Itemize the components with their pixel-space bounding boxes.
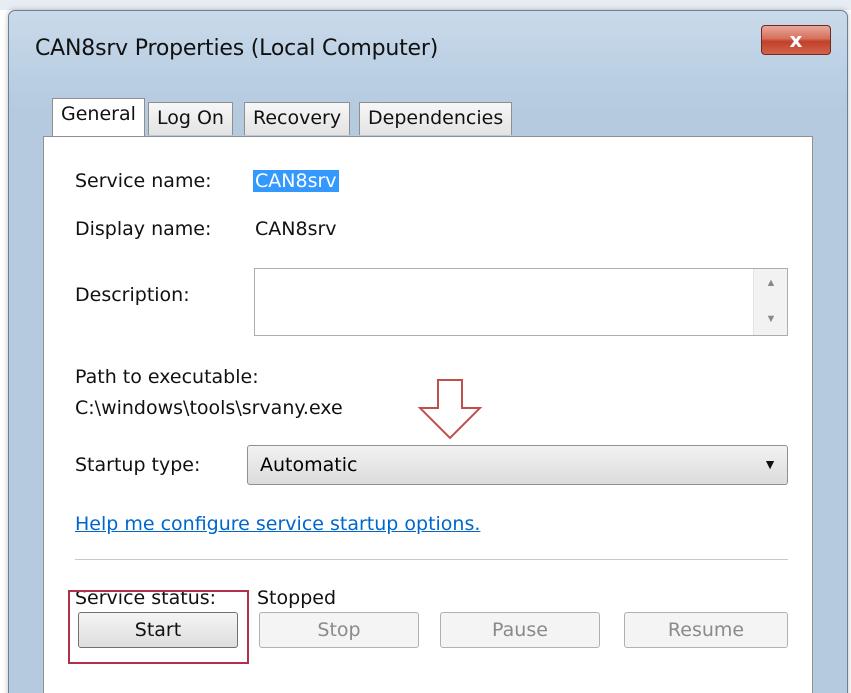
- service-name-value[interactable]: CAN8srv: [253, 170, 339, 192]
- display-name-value[interactable]: CAN8srv: [255, 218, 337, 240]
- description-scrollbar[interactable]: ▲ ▼: [753, 269, 787, 335]
- general-tab-content: Service name: CAN8srv Display name: CAN8…: [0, 0, 851, 693]
- description-label: Description:: [75, 284, 190, 306]
- description-field[interactable]: ▲ ▼: [254, 268, 788, 336]
- startup-type-select[interactable]: Automatic ▼: [247, 445, 788, 485]
- help-configure-link[interactable]: Help me configure service startup option…: [75, 513, 480, 535]
- service-status-label: Service status:: [75, 587, 217, 609]
- startup-type-value: Automatic: [260, 454, 358, 476]
- display-name-label: Display name:: [75, 218, 212, 240]
- service-name-label: Service name:: [75, 170, 212, 192]
- start-button[interactable]: Start: [78, 612, 238, 648]
- resume-button[interactable]: Resume: [624, 612, 788, 648]
- startup-type-label: Startup type:: [75, 454, 201, 476]
- separator: [75, 559, 788, 561]
- path-label: Path to executable:: [75, 366, 259, 388]
- chevron-down-icon[interactable]: ▼: [763, 456, 777, 472]
- scroll-down-icon[interactable]: ▼: [754, 313, 788, 325]
- path-value[interactable]: C:\windows\tools\srvany.exe: [75, 397, 343, 419]
- pause-button[interactable]: Pause: [440, 612, 600, 648]
- scroll-up-icon[interactable]: ▲: [754, 277, 788, 289]
- stop-button[interactable]: Stop: [259, 612, 419, 648]
- down-arrow-icon: [418, 379, 482, 440]
- service-status-value: Stopped: [257, 587, 337, 609]
